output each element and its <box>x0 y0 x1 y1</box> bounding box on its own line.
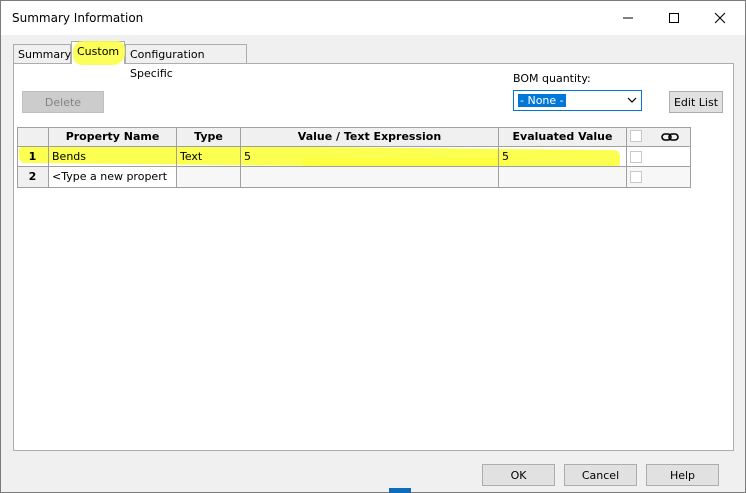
property-name-cell[interactable]: Bends <box>49 147 177 167</box>
new-property-cell[interactable]: <Type a new propert <box>49 167 177 188</box>
column-header-type[interactable]: Type <box>177 127 241 147</box>
link-icon[interactable] <box>661 131 679 143</box>
bom-selected-value: - None - <box>518 94 566 107</box>
options-cell <box>627 167 691 188</box>
close-button[interactable] <box>697 1 743 35</box>
evaluated-value-cell: 5 <box>499 147 627 167</box>
custom-properties-panel <box>13 63 734 451</box>
edit-list-button[interactable]: Edit List <box>669 91 723 113</box>
delete-button[interactable]: Delete <box>22 91 104 113</box>
maximize-icon <box>669 13 679 23</box>
taskbar-indicator <box>389 488 411 493</box>
type-cell[interactable] <box>177 167 241 188</box>
maximize-button[interactable] <box>651 1 697 35</box>
value-cell[interactable] <box>241 167 499 188</box>
summary-information-dialog: Summary Information Summary Configuratio… <box>0 0 746 493</box>
value-cell[interactable]: 5 <box>241 147 499 167</box>
evaluated-value-cell <box>499 167 627 188</box>
type-cell[interactable]: Text <box>177 147 241 167</box>
minimize-icon <box>623 17 633 19</box>
row-checkbox[interactable] <box>630 171 642 183</box>
column-header-value[interactable]: Value / Text Expression <box>241 127 499 147</box>
window-title: Summary Information <box>12 11 144 25</box>
title-bar: Summary Information <box>1 1 745 35</box>
bom-quantity-select[interactable]: - None - <box>513 90 642 111</box>
row-checkbox[interactable] <box>630 151 642 163</box>
tab-configuration-specific[interactable]: Configuration Specific <box>125 44 247 80</box>
grid-corner <box>17 127 49 147</box>
minimize-button[interactable] <box>605 1 651 35</box>
help-button[interactable]: Help <box>646 464 719 486</box>
column-header-evaluated-value[interactable]: Evaluated Value <box>499 127 627 147</box>
row-number: 2 <box>17 167 49 188</box>
close-icon <box>714 12 726 24</box>
tab-custom[interactable]: Custom <box>77 45 119 58</box>
column-header-options <box>627 127 691 147</box>
header-checkbox[interactable] <box>630 130 642 142</box>
tab-summary[interactable]: Summary <box>13 44 71 63</box>
cancel-button[interactable]: Cancel <box>564 464 637 486</box>
ok-button[interactable]: OK <box>482 464 555 486</box>
chevron-down-icon <box>627 97 637 103</box>
column-header-property-name[interactable]: Property Name <box>49 127 177 147</box>
options-cell <box>627 147 691 167</box>
row-number: 1 <box>17 147 49 167</box>
bom-quantity-label: BOM quantity: <box>513 72 591 85</box>
